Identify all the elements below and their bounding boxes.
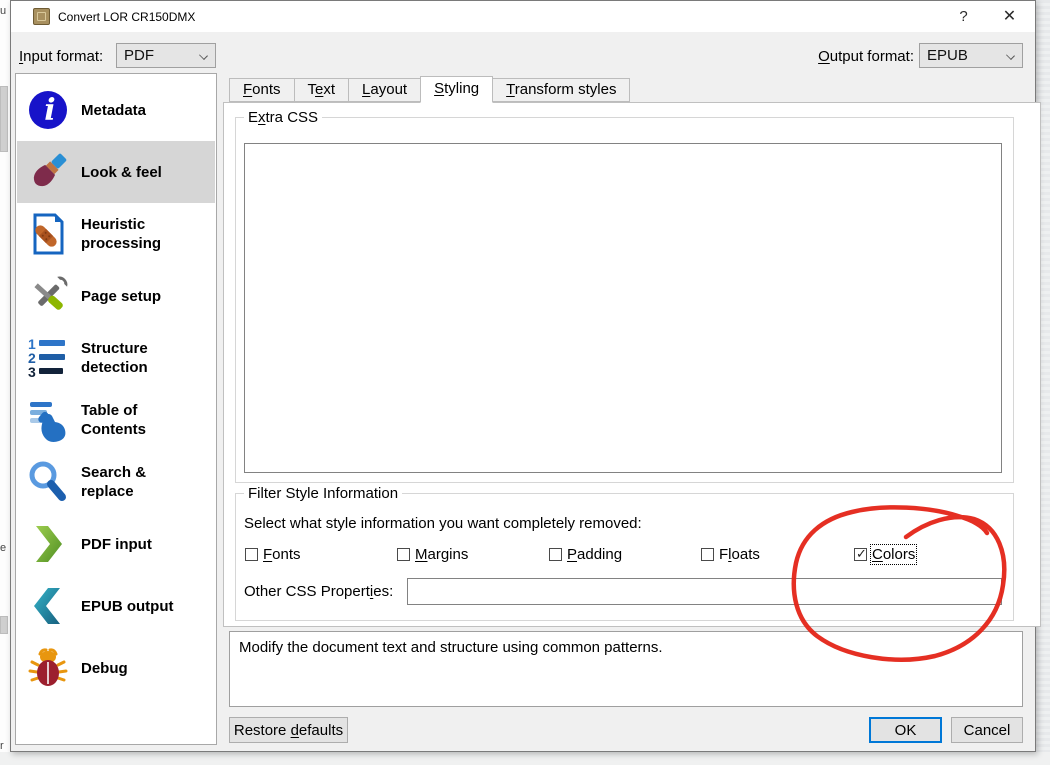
restore-defaults-button[interactable]: Restore defaults bbox=[229, 717, 348, 743]
checkbox-fonts[interactable]: Fonts bbox=[245, 546, 301, 563]
checkbox-floats[interactable]: Floats bbox=[701, 546, 760, 563]
svg-text:3: 3 bbox=[28, 364, 36, 380]
sidebar-item-label: EPUB output bbox=[81, 597, 174, 615]
output-format-label: Output format: bbox=[818, 48, 914, 65]
chevron-left-icon bbox=[34, 588, 60, 624]
paintbrush-icon bbox=[33, 153, 67, 187]
svg-text:i: i bbox=[44, 93, 55, 128]
bug-icon bbox=[28, 648, 68, 686]
output-format-value: EPUB bbox=[927, 47, 968, 64]
filter-style-group: Filter Style Information Select what sty… bbox=[235, 485, 1014, 621]
ok-button[interactable]: OK bbox=[869, 717, 942, 743]
chevron-down-icon bbox=[1006, 51, 1015, 60]
sidebar-item-label: Metadata bbox=[81, 101, 147, 119]
tab-description-box: Modify the document text and structure u… bbox=[229, 631, 1023, 707]
background-text-fragment: u bbox=[0, 5, 7, 17]
info-icon: i bbox=[29, 91, 67, 129]
styling-tab-page: Extra CSS Filter Style Information Selec… bbox=[223, 102, 1041, 627]
tools-icon bbox=[34, 276, 68, 310]
check-icon: ✓ bbox=[856, 546, 867, 561]
sidebar-item-epub-output[interactable]: EPUB output bbox=[17, 575, 215, 637]
help-button[interactable]: ? bbox=[941, 1, 986, 31]
extra-css-group-label: Extra CSS bbox=[244, 109, 323, 126]
background-scrollbar-fragment bbox=[0, 616, 8, 634]
sidebar-item-pdf-input[interactable]: PDF input bbox=[17, 513, 215, 575]
background-window-bottom-edge bbox=[0, 752, 1050, 765]
checkbox-colors[interactable]: ✓ Colors bbox=[854, 544, 918, 565]
sidebar-item-label: Heuristic processing bbox=[81, 216, 162, 252]
input-format-value: PDF bbox=[124, 47, 154, 64]
category-list: i Metadata Look & feel Heuristic process… bbox=[15, 73, 217, 745]
input-format-select[interactable]: PDF bbox=[116, 43, 216, 68]
sidebar-item-label: Table of Contents bbox=[81, 402, 146, 438]
extra-css-group: Extra CSS bbox=[235, 109, 1014, 483]
tab-text[interactable]: Text bbox=[293, 78, 350, 102]
checkbox-margins[interactable]: Margins bbox=[397, 546, 468, 563]
window-title: Convert LOR CR150DMX bbox=[58, 10, 196, 24]
title-bar[interactable]: Convert LOR CR150DMX ? ✕ bbox=[11, 1, 1035, 32]
cancel-button[interactable]: Cancel bbox=[951, 717, 1023, 743]
checkbox-box[interactable] bbox=[245, 548, 258, 561]
numbered-list-icon: 1 2 3 bbox=[28, 336, 65, 380]
sidebar-item-label: Structure detection bbox=[81, 340, 148, 376]
extra-css-textarea[interactable] bbox=[244, 143, 1002, 473]
checkbox-box[interactable] bbox=[701, 548, 714, 561]
close-button[interactable]: ✕ bbox=[987, 1, 1032, 31]
convert-dialog: Convert LOR CR150DMX ? ✕ Input format: P… bbox=[10, 0, 1041, 752]
input-format-label: Input format: bbox=[19, 48, 104, 65]
checkbox-box[interactable] bbox=[397, 548, 410, 561]
bandage-document-icon bbox=[33, 213, 64, 255]
sidebar-item-page-setup[interactable]: Page setup bbox=[17, 265, 215, 327]
tab-styling[interactable]: Styling bbox=[420, 76, 494, 103]
chevron-right-icon bbox=[36, 526, 62, 562]
chevron-down-icon bbox=[199, 51, 208, 60]
tab-fonts[interactable]: Fonts bbox=[229, 78, 295, 102]
sidebar-item-metadata[interactable]: i Metadata bbox=[17, 79, 215, 141]
tab-transform-styles[interactable]: Transform styles bbox=[492, 78, 631, 102]
sidebar-item-table-of-contents[interactable]: Table of Contents bbox=[17, 389, 215, 451]
sidebar-item-label: Page setup bbox=[81, 287, 162, 305]
background-scrollbar-fragment bbox=[0, 86, 8, 152]
sidebar-item-label: Search & replace bbox=[81, 464, 147, 500]
checkbox-box-checked[interactable]: ✓ bbox=[854, 546, 867, 561]
filter-style-description: Select what style information you want c… bbox=[244, 515, 642, 532]
calibre-app-icon bbox=[33, 8, 50, 25]
sidebar-item-search-replace[interactable]: Search & replace bbox=[17, 451, 215, 513]
sidebar-item-debug[interactable]: Debug bbox=[17, 637, 215, 699]
background-text-fragment: r bbox=[0, 740, 4, 752]
filter-style-group-label: Filter Style Information bbox=[244, 485, 403, 502]
sidebar-item-label: Look & feel bbox=[81, 163, 162, 181]
conversion-tabs: Fonts Text Layout Styling Transform styl… bbox=[229, 76, 631, 103]
checkbox-padding[interactable]: Padding bbox=[549, 546, 622, 563]
background-text-fragment: e bbox=[0, 542, 7, 554]
checkbox-box[interactable] bbox=[549, 548, 562, 561]
background-window-left-edge: u e r bbox=[0, 0, 10, 765]
sidebar-item-label: Debug bbox=[81, 659, 128, 677]
screen: u e r Convert LOR CR150DMX ? ✕ Input for… bbox=[0, 0, 1050, 765]
toc-hand-icon bbox=[30, 402, 66, 442]
other-css-properties-label: Other CSS Properties: bbox=[244, 583, 394, 600]
sidebar-item-structure-detection[interactable]: 1 2 3 Structure detection bbox=[17, 327, 215, 389]
magnifier-icon bbox=[29, 461, 66, 501]
tab-layout[interactable]: Layout bbox=[348, 78, 422, 102]
sidebar-item-heuristic-processing[interactable]: Heuristic processing bbox=[17, 203, 215, 265]
sidebar-item-look-and-feel[interactable]: Look & feel bbox=[17, 141, 215, 203]
sidebar-item-label: PDF input bbox=[81, 535, 152, 553]
other-css-properties-input[interactable] bbox=[407, 578, 1002, 605]
output-format-select[interactable]: EPUB bbox=[919, 43, 1023, 68]
